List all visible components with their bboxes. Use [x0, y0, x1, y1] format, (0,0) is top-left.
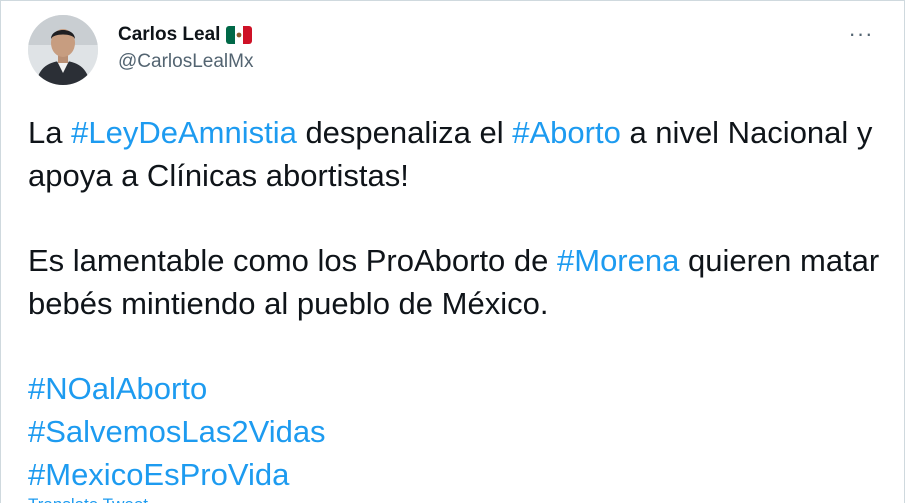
tweet-card: Carlos Leal @CarlosLealMx ··· La #LeyDeA…	[0, 0, 905, 503]
avatar[interactable]	[28, 15, 98, 85]
hashtag-link[interactable]: #Aborto	[512, 115, 621, 150]
text-segment: despenaliza el	[296, 115, 513, 150]
mexico-flag-icon	[226, 26, 253, 44]
name-row: Carlos Leal	[118, 21, 253, 49]
text-segment: Es lamentable como los ProAborto de	[28, 243, 557, 278]
tweet-paragraph-2: Es lamentable como los ProAborto de #Mor…	[28, 239, 888, 325]
more-options-icon[interactable]: ···	[844, 21, 878, 47]
tweet-paragraph-1: La #LeyDeAmnistia despenaliza el #Aborto…	[28, 111, 888, 197]
hashtag-link[interactable]: #LeyDeAmnistia	[71, 115, 297, 150]
hashtag-link[interactable]: #Morena	[557, 243, 679, 278]
tweet-text: La #LeyDeAmnistia despenaliza el #Aborto…	[28, 111, 888, 496]
hashtag-link[interactable]: #NOalAborto	[28, 371, 207, 406]
user-handle[interactable]: @CarlosLealMx	[118, 51, 253, 73]
display-name[interactable]: Carlos Leal	[118, 24, 220, 46]
profile-photo-icon	[28, 15, 98, 85]
hashtag-link[interactable]: #SalvemosLas2Vidas	[28, 414, 326, 449]
hashtag-list: #NOalAborto #SalvemosLas2Vidas #MexicoEsPr…	[28, 367, 888, 496]
author-block: Carlos Leal @CarlosLealMx	[118, 21, 253, 73]
text-segment: La	[28, 115, 72, 150]
hashtag-link[interactable]: #MexicoEsProVida	[28, 457, 289, 492]
translate-tweet-link[interactable]: Translate Tweet	[28, 495, 148, 503]
